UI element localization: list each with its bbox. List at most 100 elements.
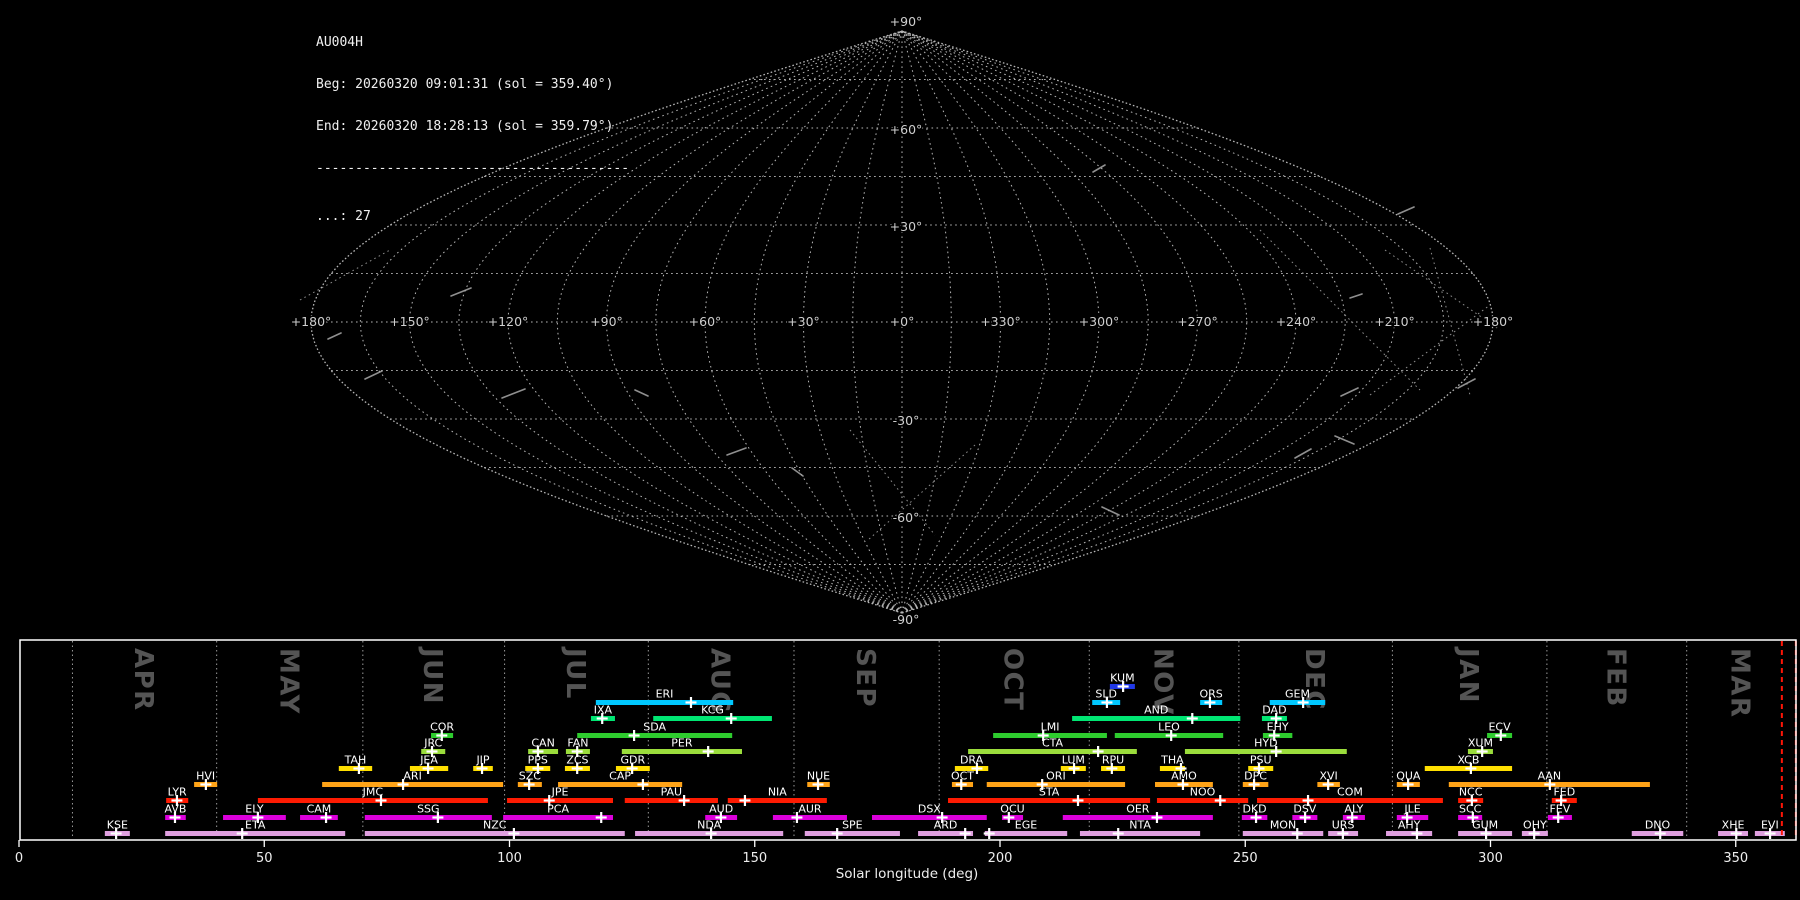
shower-bar	[772, 815, 847, 820]
shower-bar	[257, 798, 488, 803]
shower-EGE: EGE	[983, 819, 1068, 839]
map-lon-label: +210°	[1374, 314, 1415, 329]
month-label: MAR	[1725, 648, 1755, 719]
shower-label: LEO	[1158, 721, 1180, 734]
shower-bar	[871, 815, 987, 820]
shower-label: XHE	[1722, 819, 1745, 832]
map-lon-label: +180°	[1473, 314, 1514, 329]
shower-label: ALY	[1344, 803, 1363, 816]
month-label: OCT	[998, 648, 1028, 711]
shower-OCT: OCT	[951, 770, 974, 790]
shower-ARI: ARI	[322, 770, 504, 790]
shower-bar	[300, 815, 338, 820]
shower-label: ARI	[403, 770, 421, 783]
map-lon-label: +150°	[389, 314, 430, 329]
map-lat-label: +30°	[890, 219, 923, 234]
shower-AVB: AVB	[165, 803, 186, 823]
shower-label: RPU	[1102, 754, 1124, 767]
shower-CAM: CAM	[300, 803, 338, 823]
shower-NZC: NZC	[364, 819, 625, 839]
shower-bar	[948, 798, 1151, 803]
shower-PCA: PCA	[503, 803, 613, 823]
shower-label: EHY	[1267, 721, 1289, 734]
map-lat-label: -30°	[893, 413, 920, 428]
shower-NUE: NUE	[807, 770, 830, 790]
shower-MON: MON	[1242, 819, 1324, 839]
shower-label: ARD	[934, 819, 958, 832]
shower-DKD: DKD	[1241, 803, 1268, 823]
shower-IXA: IXA	[590, 704, 615, 724]
shower-bar	[577, 733, 733, 738]
shower-KCG: KCG	[653, 704, 772, 724]
shower-SSG: SSG	[364, 803, 492, 823]
meteor-trail	[1340, 387, 1359, 397]
meteor-trail	[634, 389, 649, 397]
map-lon-label: +30°	[787, 314, 820, 329]
map-lat-label: -90°	[893, 612, 920, 627]
shower-label: NTA	[1129, 819, 1151, 832]
shower-label: FED	[1553, 786, 1575, 799]
meteor-tool-screen: { "header": { "title": "AU004H", "beg_li…	[0, 0, 1800, 900]
shower-label: STA	[1039, 786, 1060, 799]
shower-bar	[1079, 831, 1201, 836]
shower-ARD: ARD	[918, 819, 974, 839]
month-label: JAN	[1453, 646, 1483, 704]
shower-label: DPC	[1244, 770, 1267, 783]
shower-label: OCT	[951, 770, 974, 783]
x-axis-title: Solar longitude (deg)	[835, 866, 979, 882]
shower-EVI: EVI	[1754, 819, 1785, 839]
shower-DPC: DPC	[1242, 770, 1269, 790]
shower-label: ETA	[245, 819, 266, 832]
shower-bar	[984, 831, 1068, 836]
axis-tick-label: 100	[497, 851, 522, 866]
shower-label: XCB	[1457, 754, 1479, 767]
shower-bar	[804, 831, 900, 836]
shower-bar	[624, 798, 718, 803]
shower-label: PCA	[547, 803, 569, 816]
map-lat-label: -60°	[893, 510, 920, 525]
shower-ORS: ORS	[1200, 688, 1223, 708]
shower-label: DSX	[918, 803, 941, 816]
shower-label: NDA	[697, 819, 722, 832]
map-meridian	[605, 30, 903, 614]
shower-label: AMO	[1171, 770, 1197, 783]
session-info: AU004H Beg: 20260320 09:01:31 (sol = 359…	[316, 8, 629, 252]
shower-bar	[1242, 831, 1324, 836]
shower-KSE: KSE	[104, 819, 130, 839]
shower-label: AND	[1144, 704, 1168, 717]
shower-SDA: SDA	[577, 721, 733, 741]
meteor-trail	[1092, 164, 1106, 173]
shower-label: KSE	[107, 819, 128, 832]
shower-bar	[322, 782, 504, 787]
shower-label: PER	[671, 737, 693, 750]
shower-SZC: SZC	[517, 770, 542, 790]
shower-label: GEM	[1285, 688, 1310, 701]
shower-bar	[165, 831, 346, 836]
activity-chart: APR MAY JUN JUL AUG SEP OCT NOV DEC JAN FEB MARKUME…	[15, 639, 1797, 866]
meteor-trail	[450, 287, 472, 297]
shower-AND: AND	[1072, 704, 1241, 724]
shower-label: ORS	[1200, 688, 1223, 701]
session-title: AU004H	[316, 35, 363, 50]
meteor-trail	[1397, 206, 1415, 215]
shower-NTA: NTA	[1079, 819, 1201, 839]
shower-label: DNO	[1645, 819, 1671, 832]
session-beg: Beg: 20260320 09:01:31 (sol = 359.40°)	[316, 77, 614, 92]
shower-DSX: DSX	[871, 803, 987, 823]
shower-label: CAP	[609, 770, 631, 783]
shower-label: DAD	[1262, 704, 1286, 717]
shower-ETA: ETA	[165, 819, 346, 839]
shower-label: HYD	[1254, 737, 1277, 750]
map-arc	[299, 249, 391, 301]
map-lon-label: +330°	[980, 314, 1021, 329]
axis-tick-label: 350	[1723, 851, 1748, 866]
shower-XCB: XCB	[1424, 754, 1513, 774]
shower-SPE: SPE	[804, 819, 900, 839]
map-arc	[867, 444, 976, 541]
shower-NDA: NDA	[635, 819, 784, 839]
shower-label: TAH	[344, 754, 367, 767]
session-separator: ----------------------------------------	[316, 161, 630, 176]
map-lat-label: +60°	[890, 122, 923, 137]
shower-label: ELY	[245, 803, 264, 816]
shower-DNO: DNO	[1631, 819, 1684, 839]
